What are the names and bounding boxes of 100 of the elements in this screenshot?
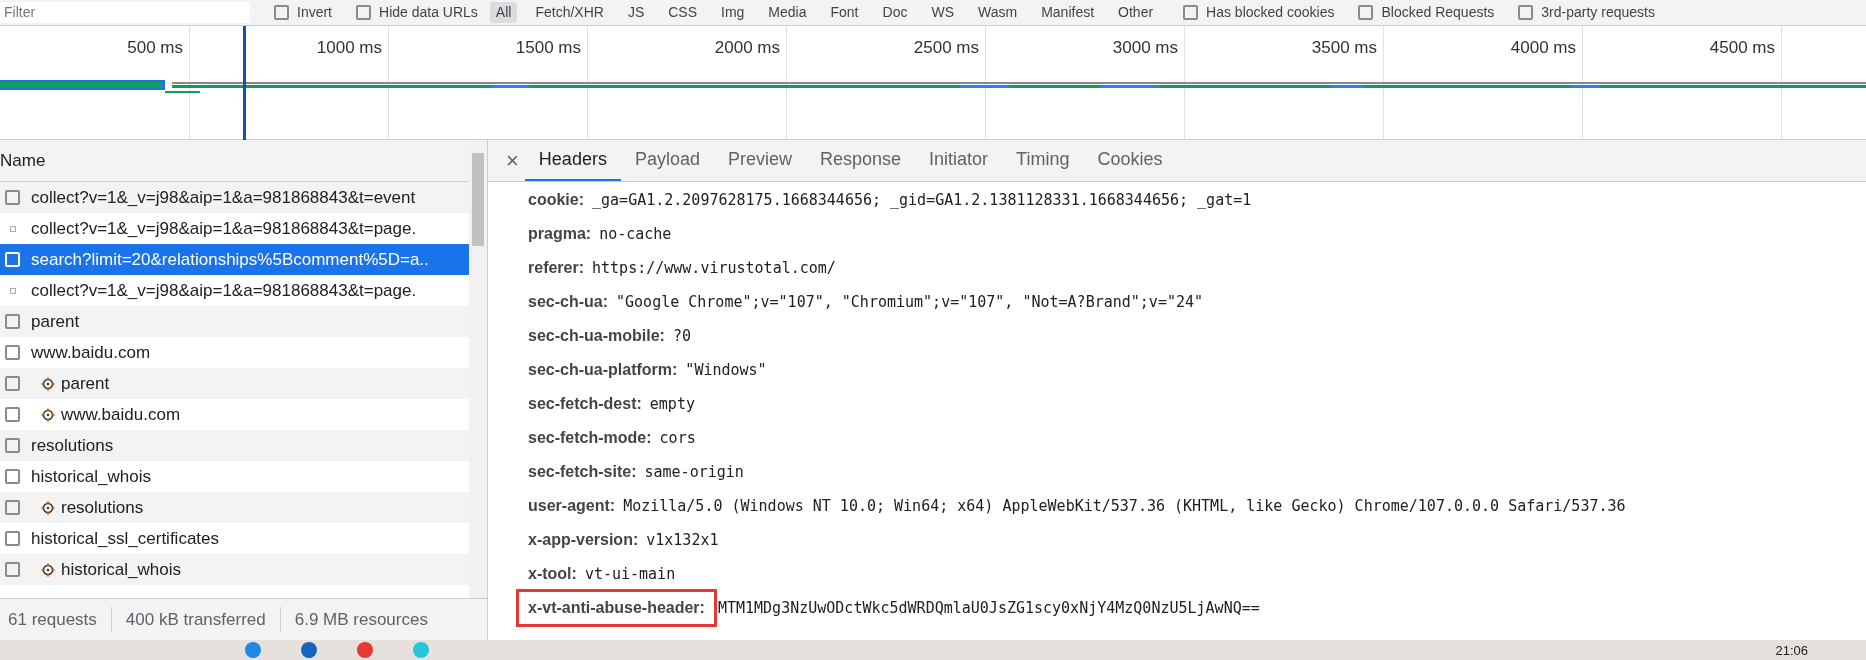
close-button[interactable]: × <box>500 141 525 181</box>
detail-tab[interactable]: Headers <box>524 140 621 181</box>
header-value: same-origin <box>644 461 744 483</box>
checkbox[interactable] <box>5 190 20 205</box>
time-tick-label: 3000 ms <box>1112 37 1178 57</box>
time-tick-label: 1000 ms <box>316 37 382 57</box>
header-name: x-tool: <box>528 564 577 584</box>
gear-icon <box>41 500 55 515</box>
type-filter[interactable]: Font <box>824 2 865 23</box>
time-tick-label: 4000 ms <box>1510 37 1576 57</box>
summary-text: 400 kB transferred <box>110 606 280 633</box>
detail-tab[interactable]: Timing <box>1002 140 1084 181</box>
request-name: resolutions <box>31 434 114 457</box>
header-value: v1x132x1 <box>646 529 719 551</box>
request-row[interactable]: search?limit=20&relationships%5Bcomment%5D=a.. <box>0 244 469 275</box>
checkbox[interactable] <box>5 562 20 577</box>
header-value: "Windows" <box>685 359 767 381</box>
request-name: collect?v=1&_v=j98&aip=1&a=981868843&t=event <box>31 186 416 209</box>
file-icon <box>9 287 16 294</box>
header-value: vt-ui-main <box>584 563 676 585</box>
type-filter[interactable]: All <box>489 2 518 23</box>
type-filter[interactable]: Img <box>715 2 751 23</box>
checkbox[interactable] <box>1183 5 1199 20</box>
header-value: cors <box>659 427 696 449</box>
option-label: Invert <box>297 3 332 22</box>
checkbox[interactable] <box>274 5 289 20</box>
gear-icon <box>41 407 55 422</box>
checkbox[interactable] <box>5 407 20 422</box>
option-label: Blocked Requests <box>1381 3 1495 22</box>
request-row[interactable]: parent <box>0 306 469 337</box>
header-name: sec-ch-ua: <box>528 292 609 312</box>
header-name: x-vt-anti-abuse-header: <box>516 589 717 627</box>
detail-tab[interactable]: Cookies <box>1083 140 1177 181</box>
header-value: _ga=GA1.2.2097628175.1668344656; _gid=GA1.2.1381128331.1668344656; _gat=1 <box>592 189 1252 211</box>
file-icon <box>9 225 16 232</box>
request-name: historical_whois <box>31 465 151 488</box>
header-name: user-agent: <box>528 496 616 516</box>
detail-tab[interactable]: Preview <box>713 140 806 181</box>
checkbox[interactable] <box>1358 5 1374 20</box>
checkbox[interactable] <box>5 314 20 329</box>
request-name: collect?v=1&_v=j98&aip=1&a=981868843&t=page. <box>31 217 417 240</box>
header-value: no-cache <box>599 223 672 245</box>
request-name: www.baidu.com <box>61 403 181 426</box>
detail-tab[interactable]: Payload <box>620 140 714 181</box>
detail-tab[interactable]: Initiator <box>915 140 1003 181</box>
summary-text: 61 requests <box>7 608 98 631</box>
time-tick-label: 4500 ms <box>1709 37 1775 57</box>
request-row[interactable]: resolutions <box>0 492 469 523</box>
request-row[interactable]: parent <box>0 368 469 399</box>
header-name: sec-fetch-dest: <box>528 394 642 414</box>
request-row[interactable]: resolutions <box>0 430 469 461</box>
gear-icon <box>41 376 55 391</box>
time-tick-label: 500 ms <box>127 37 183 57</box>
checkbox[interactable] <box>5 376 20 391</box>
header-name: pragma: <box>528 224 592 244</box>
request-name: search?limit=20&relationships%5Bcomment%5D=a.. <box>31 248 429 271</box>
header-value: empty <box>649 393 695 415</box>
checkbox[interactable] <box>5 469 20 484</box>
checkbox[interactable] <box>356 5 371 20</box>
request-name: parent <box>61 372 110 395</box>
option-label: Hide data URLs <box>379 3 478 22</box>
checkbox[interactable] <box>5 500 20 515</box>
request-name: historical_whois <box>61 558 181 581</box>
type-filter[interactable]: Media <box>762 2 813 23</box>
clock-text: 21:06 <box>1775 643 1808 657</box>
type-filter[interactable]: Other <box>1112 2 1160 23</box>
checkbox[interactable] <box>5 438 20 453</box>
header-name: sec-fetch-mode: <box>528 428 652 448</box>
scrollbar[interactable] <box>469 140 487 598</box>
taskbar-icon[interactable] <box>357 642 373 658</box>
checkbox[interactable] <box>1518 5 1534 20</box>
time-tick-label: 2000 ms <box>714 37 780 57</box>
header-name: sec-ch-ua-platform: <box>528 360 678 380</box>
taskbar-icon[interactable] <box>245 642 261 658</box>
taskbar-icon[interactable] <box>301 642 317 658</box>
column-header[interactable]: Name <box>0 147 46 174</box>
checkbox[interactable] <box>5 531 20 546</box>
header-name: cookie: <box>528 190 584 210</box>
type-filter[interactable]: Doc <box>876 2 914 23</box>
type-filter[interactable]: JS <box>621 2 651 23</box>
request-name: historical_ssl_certificates <box>31 527 219 550</box>
detail-tab[interactable]: Response <box>806 140 916 181</box>
summary-text: 6.9 MB resources <box>279 606 442 633</box>
header-name: referer: <box>528 258 585 278</box>
request-row[interactable]: historical_whois <box>0 554 469 585</box>
request-name: collect?v=1&_v=j98&aip=1&a=981868843&t=page. <box>31 279 417 302</box>
header-value: "Google Chrome";v="107", "Chromium";v="107", "Not=A?Brand";v="24" <box>616 291 1204 313</box>
header-name: x-app-version: <box>528 530 639 550</box>
type-filter[interactable]: WS <box>925 2 960 23</box>
filter-field[interactable]: Filter <box>0 2 250 23</box>
type-filter[interactable]: Fetch/XHR <box>529 2 610 23</box>
gear-icon <box>41 562 55 577</box>
request-row[interactable]: collect?v=1&_v=j98&aip=1&a=981868843&t=event <box>0 182 469 213</box>
header-name: sec-ch-ua-mobile: <box>528 326 665 346</box>
checkbox[interactable] <box>5 345 20 360</box>
time-tick-label: 1500 ms <box>515 37 581 57</box>
header-name: sec-fetch-site: <box>528 462 637 482</box>
type-filter[interactable]: Wasm <box>972 2 1024 23</box>
type-filter[interactable]: CSS <box>662 2 703 23</box>
type-filter[interactable]: Manifest <box>1035 2 1101 23</box>
